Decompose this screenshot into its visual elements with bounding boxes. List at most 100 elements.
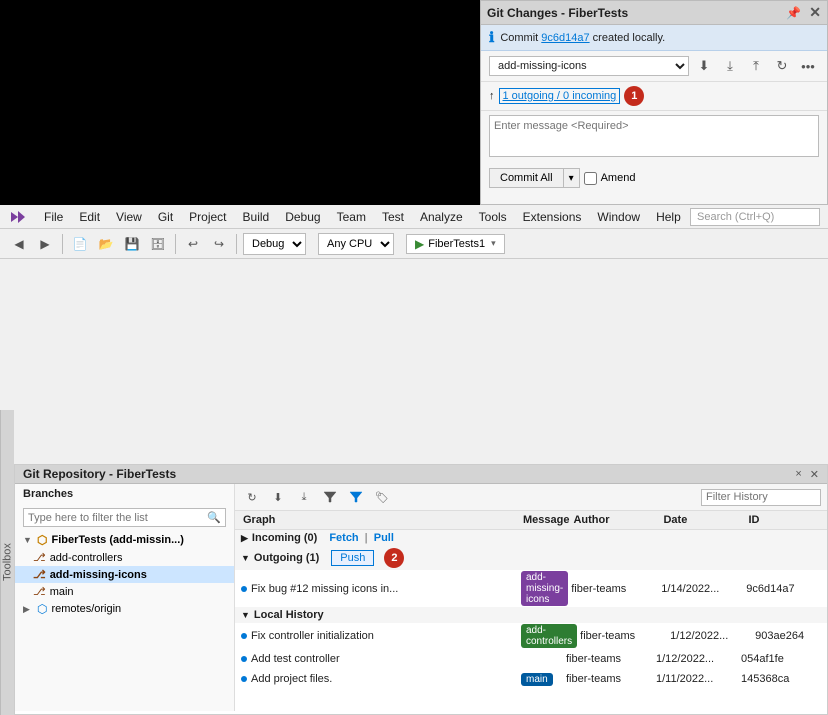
git-repo-title: Git Repository - FiberTests [23, 467, 176, 481]
repo-close-icon[interactable]: ✕ [810, 468, 819, 481]
local-author-3: fiber-teams [566, 673, 656, 685]
outgoing-bar: ↑ 1 outgoing / 0 incoming 1 [481, 82, 827, 111]
fetch-link[interactable]: Fetch [329, 532, 358, 544]
tb-back-btn[interactable]: ◀ [8, 233, 30, 255]
menu-team[interactable]: Team [329, 208, 374, 226]
local-history-section: ▼ Local History [235, 607, 827, 623]
pull-link[interactable]: Pull [374, 532, 394, 544]
amend-label[interactable]: Amend [584, 172, 636, 185]
close-icon[interactable]: ✕ [809, 4, 821, 21]
repo-sidebar: Branches 🔍 ▼ ⬡ FiberTests (add-missin...… [15, 484, 235, 711]
debug-config-select[interactable]: Debug [243, 233, 306, 255]
local-row-3[interactable]: Add project files. main fiber-teams 1/11… [235, 669, 827, 689]
commit-dropdown-button[interactable]: ▾ [563, 169, 579, 187]
local-msg-3: Add project files. [251, 673, 332, 685]
menu-project[interactable]: Project [181, 208, 234, 226]
menu-view[interactable]: View [108, 208, 150, 226]
panel-toolbar: add-missing-icons ⬇ ⤓ ⤒ ↻ ••• [481, 51, 827, 82]
commit-bar: Commit All ▾ Amend [481, 164, 827, 192]
tree-add-missing-icons[interactable]: ⎇ add-missing-icons [15, 566, 234, 583]
tree-remotes-label: remotes/origin [51, 603, 121, 615]
tb-forward-btn[interactable]: ▶ [34, 233, 56, 255]
col-id: ID [746, 513, 826, 527]
commit-link[interactable]: 9c6d14a7 [541, 32, 589, 44]
tag-main: main [521, 673, 553, 686]
repo-title-icons: × ✕ [795, 468, 819, 481]
menu-extensions[interactable]: Extensions [515, 208, 590, 226]
tree-add-missing-label: add-missing-icons [50, 569, 147, 581]
outgoing-link[interactable]: 1 outgoing / 0 incoming [499, 88, 621, 104]
fetch-icon-btn[interactable]: ⬇ [693, 55, 715, 77]
menu-file[interactable]: File [36, 208, 71, 226]
remote-icon: ⬡ [37, 602, 47, 616]
outgoing-author-1: fiber-teams [571, 583, 661, 595]
pull-icon-btn[interactable]: ⤓ [719, 55, 741, 77]
run-dropdown[interactable]: ▾ [491, 238, 496, 249]
tb-redo-btn[interactable]: ↪ [208, 233, 230, 255]
info-bar: ℹ Commit 9c6d14a7 created locally. [481, 25, 827, 51]
menu-build[interactable]: Build [235, 208, 278, 226]
message-area [481, 111, 827, 164]
tree-remotes[interactable]: ▶ ⬡ remotes/origin [15, 600, 234, 618]
graph-dot-2 [241, 633, 247, 639]
pin-icon[interactable]: 📌 [786, 6, 801, 20]
tb-saveall-btn[interactable]: 🗄 [147, 233, 169, 255]
local-row-2[interactable]: Add test controller fiber-teams 1/12/202… [235, 649, 827, 669]
col-graph: Graph [241, 513, 521, 527]
menu-window[interactable]: Window [589, 208, 648, 226]
filter-input[interactable] [28, 512, 207, 524]
branch-select[interactable]: add-missing-icons [489, 56, 689, 76]
menu-debug[interactable]: Debug [277, 208, 328, 226]
black-area [0, 0, 480, 205]
tree-fibertests[interactable]: ▼ ⬡ FiberTests (add-missin...) [15, 531, 234, 549]
local-msg-2: Add test controller [251, 653, 340, 665]
tb-open-btn[interactable]: 📂 [95, 233, 117, 255]
run-label: FiberTests1 [428, 238, 485, 250]
repo-fetch-btn[interactable]: ⬇ [267, 487, 289, 507]
menu-git[interactable]: Git [150, 208, 181, 226]
local-row-1[interactable]: Fix controller initialization add-contro… [235, 623, 827, 649]
push-button[interactable]: Push [331, 550, 374, 566]
branch-icon-3: ⎇ [33, 585, 46, 598]
repo-filter-active-btn[interactable] [345, 487, 367, 507]
repo-filter-btn[interactable] [319, 487, 341, 507]
cpu-select[interactable]: Any CPU [318, 233, 394, 255]
menu-test[interactable]: Test [374, 208, 412, 226]
tb-undo-btn[interactable]: ↩ [182, 233, 204, 255]
menu-analyze[interactable]: Analyze [412, 208, 471, 226]
more-icon-btn[interactable]: ••• [797, 55, 819, 77]
tree-add-controllers[interactable]: ⎇ add-controllers [15, 549, 234, 566]
graph-cell-4: Add project files. [241, 673, 521, 685]
repo-pin-icon[interactable]: × [795, 468, 801, 481]
repo-main: ↻ ⬇ ⤓ 🏷 🔍 [235, 484, 827, 711]
run-button[interactable]: ▶ FiberTests1 ▾ [406, 234, 505, 254]
sync-icon-btn[interactable]: ↻ [771, 55, 793, 77]
filter-history-input[interactable] [706, 491, 827, 503]
tb-save-btn[interactable]: 💾 [121, 233, 143, 255]
local-tags-1: add-controllers [521, 624, 580, 648]
outgoing-row-1[interactable]: Fix bug #12 missing icons in... add-miss… [235, 570, 827, 607]
outgoing-id-1: 9c6d14a7 [746, 583, 826, 595]
amend-checkbox[interactable] [584, 172, 597, 185]
git-changes-titlebar: Git Changes - FiberTests 📌 ✕ [481, 1, 827, 25]
repo-pull-btn[interactable]: ⤓ [293, 487, 315, 507]
repo-tag-btn[interactable]: 🏷 [371, 487, 393, 507]
tree-main[interactable]: ⎇ main [15, 583, 234, 600]
repo-content: Branches 🔍 ▼ ⬡ FiberTests (add-missin...… [15, 484, 827, 711]
commit-text-suffix: created locally. [590, 32, 666, 44]
menu-edit[interactable]: Edit [71, 208, 108, 226]
commit-all-button[interactable]: Commit All [490, 169, 563, 187]
graph-cell-3: Add test controller [241, 653, 521, 665]
message-input[interactable] [489, 115, 819, 157]
repo-refresh-btn[interactable]: ↻ [241, 487, 263, 507]
search-box[interactable]: Search (Ctrl+Q) [690, 208, 820, 226]
push-icon-btn[interactable]: ⤒ [745, 55, 767, 77]
menu-help[interactable]: Help [648, 208, 689, 226]
menu-tools[interactable]: Tools [471, 208, 515, 226]
col-author: Author [571, 513, 661, 527]
tb-sep3 [236, 234, 237, 254]
toolbox-tab[interactable]: Toolbox [0, 410, 14, 715]
tb-new-btn[interactable]: 📄 [69, 233, 91, 255]
graph-cell-2: Fix controller initialization [241, 630, 521, 642]
info-text: Commit 9c6d14a7 created locally. [500, 32, 665, 44]
